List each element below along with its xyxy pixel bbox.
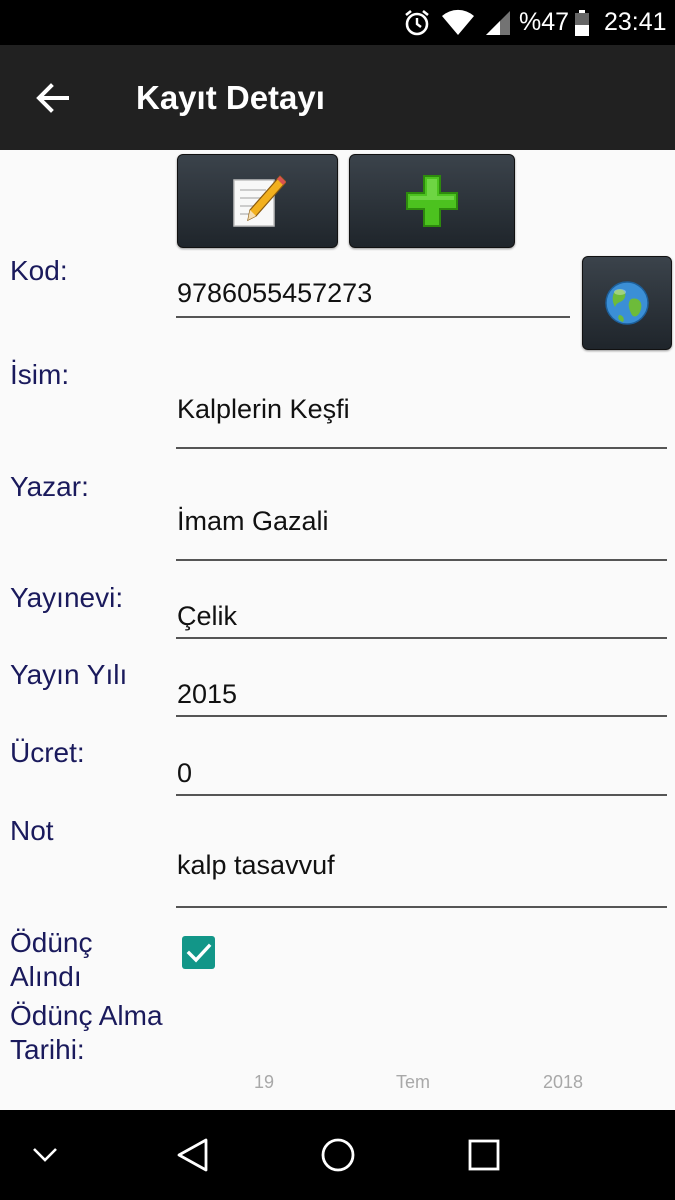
battery-icon <box>574 0 590 45</box>
nav-home-button[interactable] <box>293 1110 383 1200</box>
yayinevi-field[interactable]: Çelik <box>176 588 667 639</box>
date-day-picker[interactable]: 19 <box>254 1072 274 1093</box>
date-year-picker[interactable]: 2018 <box>543 1072 583 1093</box>
odunc-alindi-checkbox[interactable] <box>182 936 215 969</box>
navigation-bar <box>0 1110 675 1200</box>
isim-field[interactable]: Kalplerin Keşfi <box>176 376 667 449</box>
plus-icon <box>406 175 458 227</box>
kod-label: Kod: <box>10 255 68 286</box>
yayinevi-value: Çelik <box>177 601 238 631</box>
record-detail-form: Kod: 9786055457273 İsim: Kalplerin Keşfi… <box>0 150 675 1110</box>
status-bar: %47 23:41 <box>0 0 675 45</box>
alarm-icon <box>402 0 432 45</box>
clock: 23:41 <box>604 8 667 36</box>
not-label: Not <box>10 815 54 846</box>
date-month-picker[interactable]: Tem <box>396 1072 430 1093</box>
app-bar: Kayıt Detayı <box>0 45 675 150</box>
odunc-tarihi-label-line2: Tarihi: <box>10 1034 85 1065</box>
yazar-field[interactable]: İmam Gazali <box>176 486 667 561</box>
web-search-button[interactable] <box>582 256 672 350</box>
wifi-icon <box>441 0 475 45</box>
back-button[interactable] <box>22 73 82 123</box>
isim-label: İsim: <box>10 359 70 390</box>
odunc-alindi-label-line1: Ödünç <box>10 927 93 958</box>
kod-value: 9786055457273 <box>177 278 373 308</box>
odunc-tarihi-label: Ödünç Alma Tarihi: <box>10 999 163 1067</box>
odunc-tarihi-label-line1: Ödünç Alma <box>10 1000 163 1031</box>
recents-square-icon <box>468 1139 500 1171</box>
add-button[interactable] <box>349 154 515 248</box>
kod-field[interactable]: 9786055457273 <box>176 268 570 318</box>
nav-back-button[interactable] <box>147 1110 237 1200</box>
ucret-value: 0 <box>177 758 193 788</box>
yayin-yili-label: Yayın Yılı <box>10 659 128 690</box>
yayin-yili-value: 2015 <box>177 679 238 709</box>
ucret-field[interactable]: 0 <box>176 744 667 796</box>
signal-icon <box>484 0 512 45</box>
yazar-value: İmam Gazali <box>177 506 329 536</box>
page-title: Kayıt Detayı <box>136 79 325 116</box>
not-field[interactable]: kalp tasavvuf <box>176 830 667 908</box>
chevron-down-icon <box>33 1148 57 1162</box>
yayin-yili-field[interactable]: 2015 <box>176 666 667 717</box>
hide-keyboard-button[interactable] <box>0 1110 90 1200</box>
edit-button[interactable] <box>177 154 338 248</box>
globe-icon <box>605 281 649 325</box>
battery-percent: %47 <box>519 8 570 36</box>
arrow-left-icon <box>36 83 69 113</box>
yayinevi-label: Yayınevi: <box>10 582 124 613</box>
odunc-alindi-label: Ödünç Alındı <box>10 926 93 994</box>
home-circle-icon <box>321 1138 355 1172</box>
edit-pencil-icon <box>232 175 286 227</box>
nav-recents-button[interactable] <box>439 1110 529 1200</box>
not-value: kalp tasavvuf <box>177 850 335 880</box>
isim-value: Kalplerin Keşfi <box>177 394 350 424</box>
ucret-label: Ücret: <box>10 737 85 768</box>
odunc-alindi-label-line2: Alındı <box>10 961 82 992</box>
back-triangle-icon <box>177 1138 208 1172</box>
yazar-label: Yazar: <box>10 471 89 502</box>
checkmark-icon <box>186 943 211 962</box>
